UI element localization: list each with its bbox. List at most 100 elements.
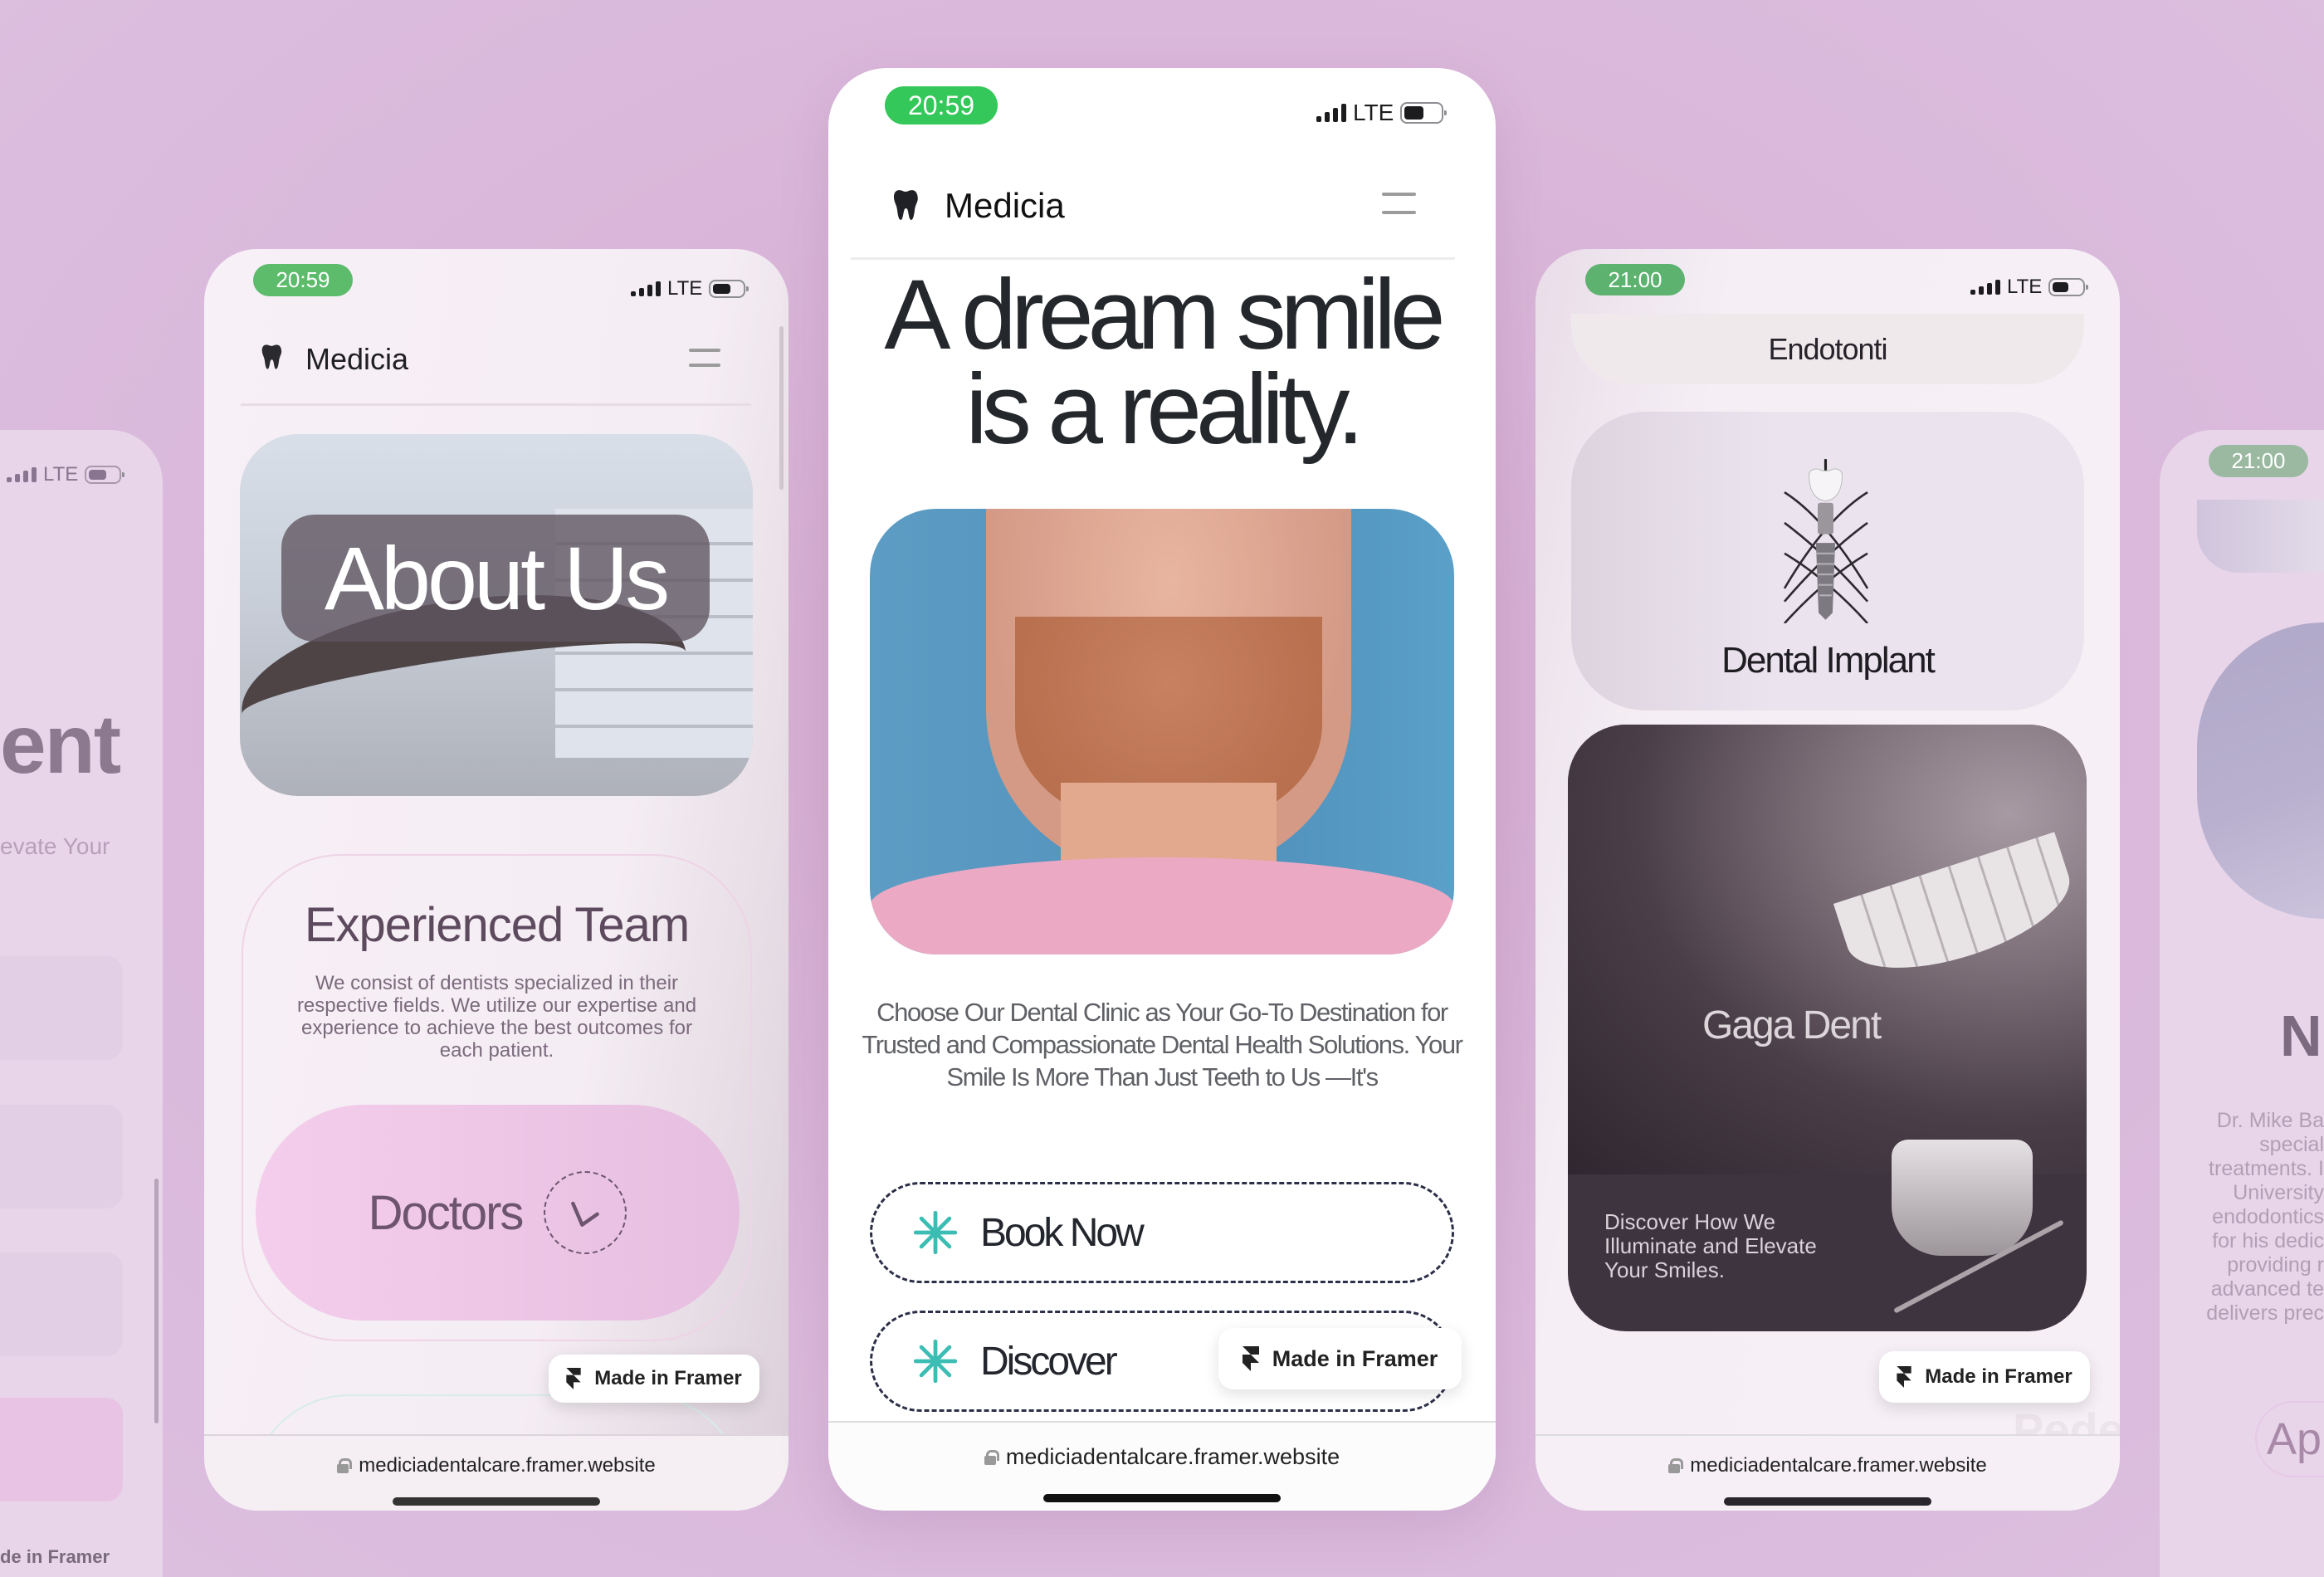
brand-name[interactable]: Medicia [945,186,1065,226]
framer-badge[interactable]: de in Framer [0,1546,110,1568]
lock-icon [1668,1458,1684,1473]
status-time: 20:59 [253,264,353,296]
home-indicator[interactable] [1043,1494,1281,1502]
phone-right: 21:00 LTE Endotonti Dental Implant Gaga … [1536,249,2120,1511]
status-time: 21:00 [2209,445,2308,477]
asterisk-icon [914,1340,957,1383]
doctor-name-fragment: N [2280,1003,2322,1068]
battery-icon [2048,278,2089,296]
network-label: LTE [667,277,703,300]
status-time: 21:00 [1585,264,1685,295]
service-title: Dental Implant [1721,640,1936,681]
hero-image [870,509,1454,954]
framer-badge[interactable]: Made in Framer [549,1355,759,1403]
framer-badge-label: Made in Framer [1925,1365,2073,1388]
denture-model-image [1892,1140,2033,1256]
hamburger-icon[interactable] [1382,193,1416,214]
signal-icon [7,467,37,482]
signal-icon [1316,104,1346,122]
service-card-endotonti[interactable]: Endotonti [1571,314,2084,384]
phone-far-left: LTE ent evate Your de in Framer [0,430,163,1577]
list-card[interactable] [0,1252,123,1356]
list-card[interactable] [0,956,123,1060]
bio-line: Dr. Mike Ba [2216,1109,2324,1132]
smile-photo [1568,725,2087,1174]
photo-strip [2197,500,2324,573]
url-display[interactable]: mediciadentalcare.framer.website [204,1454,788,1477]
phone-center: 20:59 LTE Medicia A dream smile is a rea… [828,68,1496,1511]
framer-logo-icon [1242,1346,1259,1371]
book-now-label: Book Now [980,1210,1145,1255]
gaga-dent-card[interactable]: Gaga Dent Discover How We Illuminate and… [1568,725,2087,1331]
phone-left: 20:59 LTE Medicia About Us Experienced T… [204,249,788,1511]
tooth-icon [261,344,282,369]
bio-line: University [2233,1181,2324,1204]
about-title-pill: About Us [281,515,710,642]
status-time: 20:59 [885,86,998,124]
scrollbar[interactable] [779,326,784,490]
battery-icon [709,280,749,298]
book-now-button[interactable]: Book Now [870,1182,1454,1283]
nav-divider [241,403,751,406]
brand-name[interactable]: Medicia [305,342,408,377]
scrollbar[interactable] [154,1179,159,1423]
list-card[interactable] [0,1105,123,1208]
status-icons: LTE [631,277,749,300]
url-display[interactable]: mediciadentalcare.framer.website [1536,1454,2120,1477]
bio-line: delivers prec [2206,1301,2324,1325]
home-indicator[interactable] [393,1497,600,1506]
framer-badge[interactable]: Made in Framer [1218,1328,1462,1389]
network-label: LTE [43,463,79,486]
bio-line: providing r [2227,1253,2324,1277]
bio-line: treatments. I [2209,1157,2324,1180]
headline: A dream smile is a reality. [828,259,1496,459]
browser-bar: mediciadentalcare.framer.website [828,1421,1496,1511]
bio-line: endodontics [2212,1205,2324,1228]
doctors-button-label: Doctors [368,1185,525,1240]
hero-description: Choose Our Dental Clinic as Your Go-To D… [862,998,1463,1091]
framer-badge-label: Made in Framer [594,1367,742,1389]
team-card-body: We consist of dentists specialized in th… [296,972,697,1062]
url-text: mediciadentalcare.framer.website [1690,1454,1987,1477]
doctor-photo [2197,622,2324,919]
dental-implant-icon [1783,459,1869,623]
network-label: LTE [1353,100,1394,125]
doctors-button[interactable]: Doctors [256,1105,740,1321]
list-card-active[interactable] [0,1398,123,1501]
home-indicator[interactable] [1724,1497,1931,1506]
network-label: LTE [2007,276,2043,298]
about-title: About Us [324,528,670,628]
battery-icon [85,466,125,484]
status-icons: LTE [1970,276,2089,299]
bio-line: for his dedic [2212,1229,2324,1252]
status-icons: LTE [1316,100,1448,126]
phone-far-right: 21:00 N Dr. Mike Ba special treatments. … [2160,430,2324,1577]
url-display[interactable]: mediciadentalcare.framer.website [828,1444,1496,1470]
gaga-dent-brand: Gaga Dent [1702,1003,1882,1047]
hamburger-icon[interactable] [689,349,720,367]
shirt-shape [870,857,1454,954]
bio-line: advanced te [2210,1277,2324,1301]
team-card: Experienced Team We consist of dentists … [242,854,752,1341]
doctor-bio: Dr. Mike Ba special treatments. I Univer… [2160,1109,2324,1326]
discover-label: Discover [980,1339,1118,1384]
service-card-dental-implant[interactable]: Dental Implant [1571,412,2084,710]
browser-bar: mediciadentalcare.framer.website [1536,1434,2120,1511]
browser-bar: mediciadentalcare.framer.website [204,1434,788,1511]
lock-icon [984,1449,999,1465]
arrow-down-left-icon [544,1171,627,1254]
about-hero-image: About Us [240,434,753,796]
framer-logo-icon [566,1368,581,1389]
url-text: mediciadentalcare.framer.website [359,1454,656,1477]
headline-line-1: A dream smile [884,259,1445,370]
framer-badge[interactable]: Made in Framer [1879,1351,2090,1403]
bio-line: special [2259,1133,2324,1156]
appointment-button-label: Ap [2267,1414,2322,1464]
battery-icon [1400,102,1448,124]
gaga-dent-tagline: Discover How We Illuminate and Elevate Y… [1604,1209,1817,1282]
service-title: Endotonti [1768,331,1887,366]
appointment-button[interactable]: Ap [2255,1401,2324,1477]
url-text: mediciadentalcare.framer.website [1005,1444,1340,1469]
subtitle-fragment: evate Your [0,833,110,859]
framer-logo-icon [1897,1366,1911,1388]
